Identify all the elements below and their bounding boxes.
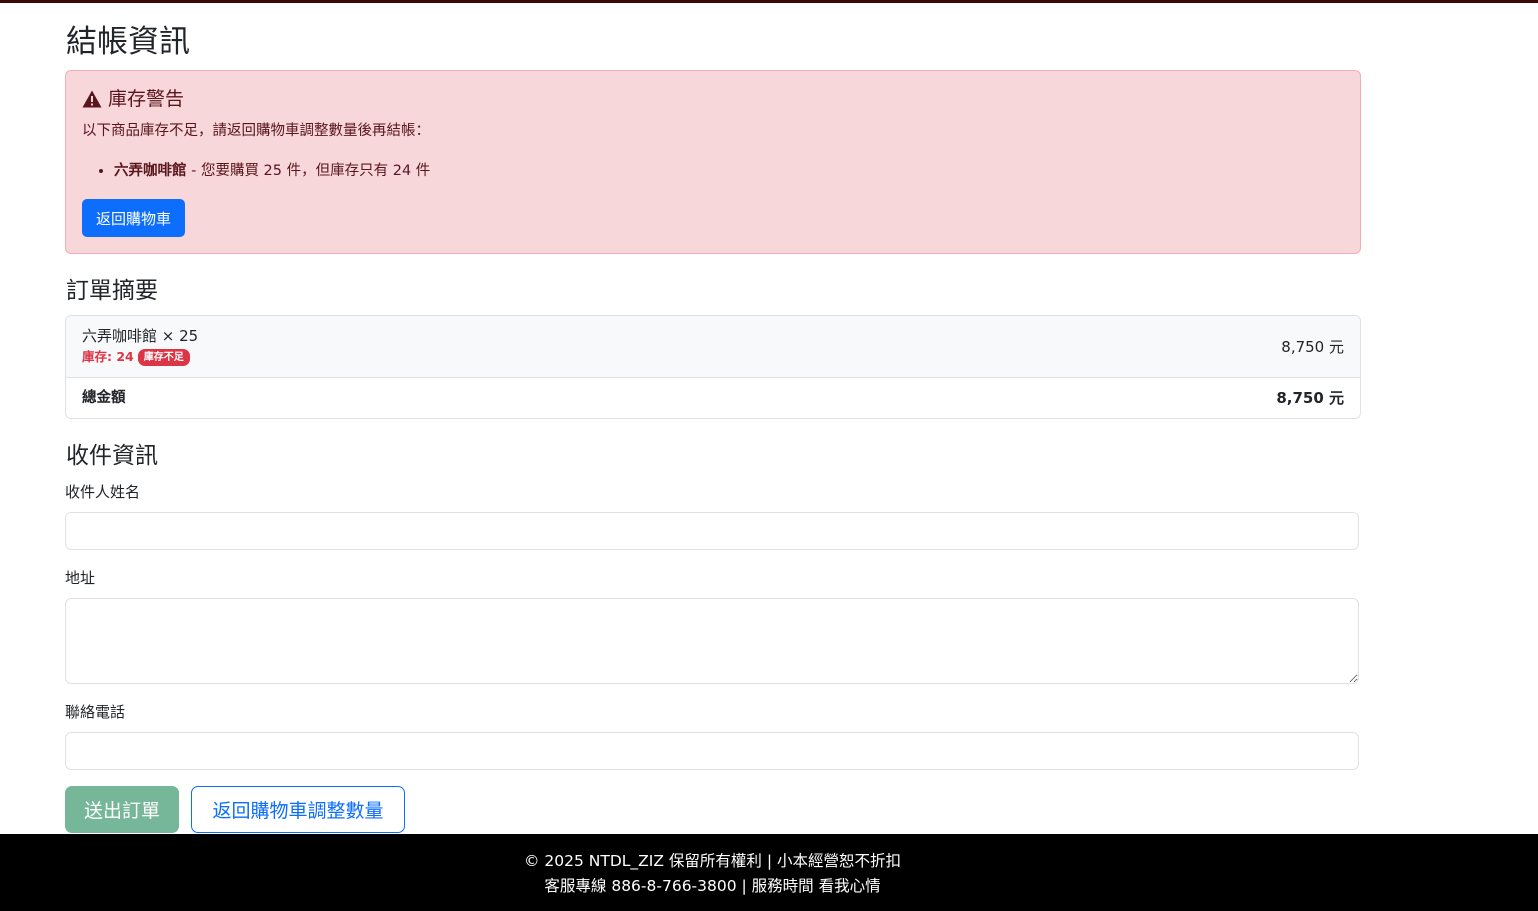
back-to-cart-adjust-button[interactable]: 返回購物車調整數量	[191, 786, 405, 833]
footer-copyright: © 2025 NTDL_ZIZ 保留所有權利 | 小本經營恕不折扣	[524, 852, 901, 870]
summary-total-row: 總金額 8,750 元	[66, 378, 1360, 418]
footer-contact: 客服專線 886-8-766-3800 | 服務時間 看我心情	[544, 877, 881, 895]
recipient-name-label: 收件人姓名	[65, 483, 141, 501]
footer: © 2025 NTDL_ZIZ 保留所有權利 | 小本經營恕不折扣 客服專線 8…	[0, 834, 1538, 911]
total-value: 8,750 元	[1276, 389, 1344, 407]
phone-label: 聯絡電話	[65, 703, 126, 721]
summary-item: 六弄咖啡館 × 25 庫存: 24 庫存不足 8,750 元	[66, 316, 1360, 378]
warning-triangle-icon	[82, 90, 102, 108]
stock-warning-alert: 庫存警告 以下商品庫存不足，請返回購物車調整數量後再結帳： 六弄咖啡館 - 您要…	[65, 70, 1361, 254]
stock-insufficient-badge: 庫存不足	[137, 348, 190, 366]
phone-input[interactable]	[65, 732, 1359, 770]
alert-heading: 庫存警告	[82, 86, 184, 112]
alert-message: 以下商品庫存不足，請返回購物車調整數量後再結帳：	[82, 123, 430, 139]
summary-item-price: 8,750 元	[1281, 338, 1344, 356]
alert-item: 六弄咖啡館 - 您要購買 25 件，但庫存只有 24 件	[114, 161, 430, 181]
address-label: 地址	[65, 569, 96, 587]
alert-item-name: 六弄咖啡館	[114, 163, 187, 179]
summary-item-name: 六弄咖啡館 × 25	[82, 327, 199, 345]
summary-item-stock: 庫存: 24 庫存不足	[82, 348, 190, 366]
recipient-name-input[interactable]	[65, 512, 1359, 550]
alert-item-detail: - 您要購買 25 件，但庫存只有 24 件	[186, 163, 431, 179]
order-summary-list: 六弄咖啡館 × 25 庫存: 24 庫存不足 8,750 元 總金額 8,750…	[65, 315, 1361, 419]
submit-order-button[interactable]: 送出訂單	[65, 786, 179, 833]
back-to-cart-button[interactable]: 返回購物車	[82, 199, 186, 237]
shipping-info-title: 收件資訊	[66, 443, 158, 469]
page-title: 結帳資訊	[66, 24, 190, 60]
alert-heading-text: 庫存警告	[108, 88, 185, 110]
total-label: 總金額	[82, 390, 126, 406]
stock-count-text: 庫存: 24	[82, 349, 134, 364]
address-textarea[interactable]	[65, 598, 1359, 684]
order-summary-title: 訂單摘要	[66, 278, 158, 304]
top-border	[0, 0, 1538, 3]
alert-item-list: 六弄咖啡館 - 您要購買 25 件，但庫存只有 24 件	[82, 161, 430, 181]
